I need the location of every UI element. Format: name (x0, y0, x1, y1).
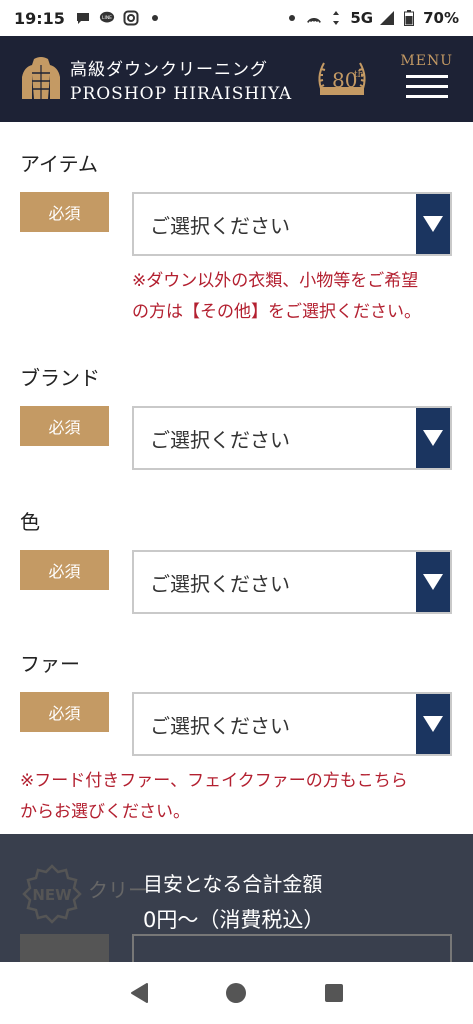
navigation-bar (0, 962, 473, 1024)
anniversary-suffix: th (354, 70, 364, 80)
item-required-badge: 必須 (20, 192, 109, 232)
line-app-icon: LINE (99, 10, 115, 26)
recents-icon[interactable] (322, 981, 346, 1005)
item-note-line2: の方は【その他】をご選択ください。 (132, 302, 421, 322)
dropdown-arrow-icon (416, 194, 450, 254)
fur-label: ファー (20, 652, 80, 676)
battery-icon (401, 10, 417, 26)
svg-text:LINE: LINE (102, 15, 112, 21)
dropdown-arrow-icon (416, 694, 450, 754)
brand-name-en: PROSHOP HIRAISHIYA (70, 83, 293, 104)
brand-select-value: ご選択ください (150, 427, 290, 452)
total-value: 0円〜（消費税込） (143, 908, 325, 932)
brand-required-badge: 必須 (20, 406, 109, 446)
anniversary-emblem: 80 th (312, 53, 372, 105)
item-label: アイテム (20, 152, 98, 176)
cleaning-required-badge (20, 934, 109, 962)
fur-note-line1: ※フード付きファー、フェイクファーの方もこちら (20, 771, 408, 791)
menu-label: MENU (400, 53, 453, 69)
color-select[interactable]: ご選択ください (132, 550, 452, 614)
item-select-value: ご選択ください (150, 213, 290, 238)
item-select[interactable]: ご選択ください (132, 192, 452, 256)
brand-name[interactable]: 高級ダウンクリーニング PROSHOP HIRAISHIYA (70, 55, 292, 104)
cleaning-label: クリー (88, 878, 148, 902)
network-type: 5G (350, 9, 374, 27)
hotspot-icon (306, 10, 322, 26)
brand-select[interactable]: ご選択ください (132, 406, 452, 470)
fur-select-value: ご選択ください (150, 713, 290, 738)
battery-percent: 70% (423, 9, 459, 27)
fur-note-line2: からお選びください。 (20, 802, 190, 822)
color-required-badge: 必須 (20, 550, 109, 590)
status-time: 19:15 (14, 8, 65, 28)
new-badge: NEW (20, 862, 84, 926)
menu-button[interactable]: MENU (400, 53, 453, 105)
down-jacket-logo-icon[interactable] (20, 55, 62, 103)
total-price-panel: NEW クリー 目安となる合計金額 0円〜（消費税込） (0, 834, 473, 962)
total-title: 目安となる合計金額 (143, 872, 323, 896)
brand-name-ja: 高級ダウンクリーニング (70, 59, 268, 80)
instagram-icon (123, 10, 139, 26)
dot-icon (284, 10, 300, 26)
home-icon[interactable] (224, 981, 248, 1005)
hamburger-icon (405, 75, 448, 105)
dot-icon (147, 10, 163, 26)
color-select-value: ご選択ください (150, 571, 290, 596)
back-icon[interactable] (127, 981, 151, 1005)
chat-bubble-icon (75, 10, 91, 26)
fur-required-badge: 必須 (20, 692, 109, 732)
fur-note: ※フード付きファー、フェイクファーの方もこちら からお選びください。 (20, 766, 460, 828)
brand-label: ブランド (20, 366, 100, 390)
status-bar: 19:15 LINE 5G 70% (0, 0, 473, 36)
data-arrows-icon (328, 10, 344, 26)
dropdown-arrow-icon (416, 408, 450, 468)
item-note: ※ダウン以外の衣類、小物等をご希望 の方は【その他】をご選択ください。 (132, 266, 452, 328)
new-badge-text: NEW (32, 886, 72, 904)
site-header: 高級ダウンクリーニング PROSHOP HIRAISHIYA 80 th MEN… (0, 36, 473, 122)
item-note-line1: ※ダウン以外の衣類、小物等をご希望 (132, 271, 419, 291)
cleaning-select[interactable] (132, 934, 452, 962)
dropdown-arrow-icon (416, 552, 450, 612)
fur-select[interactable]: ご選択ください (132, 692, 452, 756)
signal-icon (379, 10, 395, 26)
color-label: 色 (20, 510, 40, 534)
